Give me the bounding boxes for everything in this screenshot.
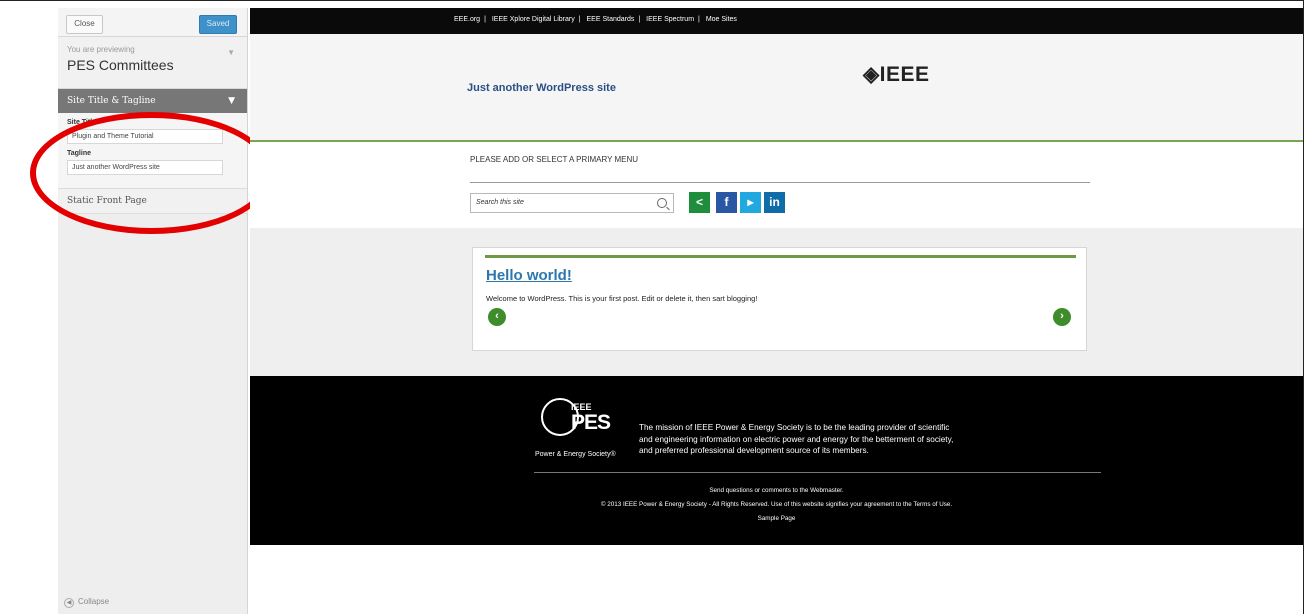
separator: | <box>638 16 641 23</box>
search-icon[interactable] <box>657 198 667 208</box>
navigation-area: PLEASE ADD OR SELECT A PRIMARY MENU Sear… <box>250 142 1303 228</box>
site-title-field[interactable]: Plugin and Theme Tutorial <box>67 129 223 144</box>
top-link-spectrum[interactable]: IEEE Spectrum <box>646 16 694 23</box>
sample-page-link[interactable]: Sample Page <box>250 515 1303 522</box>
top-link-xplore[interactable]: IEEE Xplore Digital Library <box>492 16 575 23</box>
pes-logo-caption: Power & Energy Society® <box>535 451 616 458</box>
ieee-diamond-icon: ◈ <box>863 63 880 86</box>
separator: | <box>578 16 581 23</box>
facebook-icon[interactable]: f <box>716 192 737 213</box>
post-title[interactable]: Hello world! <box>486 267 572 284</box>
next-arrow-icon[interactable]: › <box>1053 308 1071 326</box>
mission-line: The mission of IEEE Power & Energy Socie… <box>639 423 950 432</box>
content-band: Hello world! Welcome to WordPress. This … <box>250 228 1303 376</box>
ieee-logo-text: IEEE <box>879 63 930 86</box>
webmaster-link[interactable]: Send questions or comments to the Webmas… <box>250 487 1303 494</box>
post-card: Hello world! Welcome to WordPress. This … <box>472 247 1087 351</box>
preview-title: PES Committees <box>67 57 174 73</box>
twitter-icon[interactable]: ▸ <box>740 192 761 213</box>
previous-arrow-icon[interactable]: ‹ <box>488 308 506 326</box>
search-input[interactable]: Search this site <box>470 193 674 213</box>
separator: | <box>484 16 486 23</box>
site-title-section-body: Site Title Plugin and Theme Tutorial Tag… <box>58 113 247 189</box>
ieee-logo[interactable]: ◈IEEE <box>863 62 930 87</box>
mission-statement: The mission of IEEE Power & Energy Socie… <box>639 422 1059 457</box>
divider <box>470 182 1090 183</box>
customizer-sidebar: Close Saved You are previewing PES Commi… <box>58 8 248 614</box>
copyright-text: © 2013 IEEE Power & Energy Society - All… <box>600 501 953 508</box>
section-site-title-tagline[interactable]: Site Title & Tagline ▼ <box>58 89 247 113</box>
collapse-label: Collapse <box>78 597 110 606</box>
tagline-label: Tagline <box>67 150 91 157</box>
site-tagline: Just another WordPress site <box>467 82 616 94</box>
search-placeholder: Search this site <box>476 199 524 206</box>
section-static-front-page[interactable]: Static Front Page <box>58 189 247 214</box>
close-button[interactable]: Close <box>66 15 103 34</box>
saved-button[interactable]: Saved <box>199 15 237 34</box>
preview-note: You are previewing <box>67 45 135 54</box>
separator: | <box>698 16 700 23</box>
site-header: Just another WordPress site ◈IEEE <box>250 34 1303 142</box>
linkedin-icon[interactable]: in <box>764 192 785 213</box>
chevron-down-icon[interactable]: ▼ <box>227 48 235 57</box>
pes-logo-mark: PES <box>571 411 611 434</box>
top-link-standards[interactable]: EEE Standards <box>587 16 635 23</box>
tagline-field[interactable]: Just another WordPress site <box>67 160 223 175</box>
mission-line: and engineering information on electric … <box>639 434 954 444</box>
customizer-header: Close Saved <box>58 8 247 37</box>
site-title-label: Site Title <box>67 119 97 126</box>
preview-info: You are previewing PES Committees ▼ <box>58 37 247 89</box>
post-excerpt: Welcome to WordPress. This is your first… <box>486 294 758 303</box>
mission-line: and preferred professional development s… <box>639 446 869 455</box>
top-link-ieee-org[interactable]: EEE.org <box>454 16 480 23</box>
pes-logo[interactable]: IEEE PES Power & Energy Society® <box>535 398 625 468</box>
collapse-arrow-icon: ◀ <box>64 598 74 608</box>
ieee-top-links-bar: EEE.org | IEEE Xplore Digital Library | EE… <box>250 8 1303 34</box>
collapse-button[interactable]: ◀ Collapse <box>64 597 109 608</box>
preview-bottom-space <box>250 545 1303 614</box>
share-icon[interactable]: < <box>689 192 710 213</box>
section-title: Site Title & Tagline <box>67 96 156 106</box>
post-accent-line <box>485 255 1076 258</box>
footer-divider <box>534 472 1101 473</box>
menu-notice: PLEASE ADD OR SELECT A PRIMARY MENU <box>470 155 639 164</box>
top-link-more-sites[interactable]: Moe Sites <box>706 16 737 23</box>
chevron-down-icon: ▼ <box>228 96 235 106</box>
site-footer: IEEE PES Power & Energy Society® The mis… <box>250 376 1303 545</box>
top-links: EEE.org | IEEE Xplore Digital Library | EE… <box>454 16 737 23</box>
